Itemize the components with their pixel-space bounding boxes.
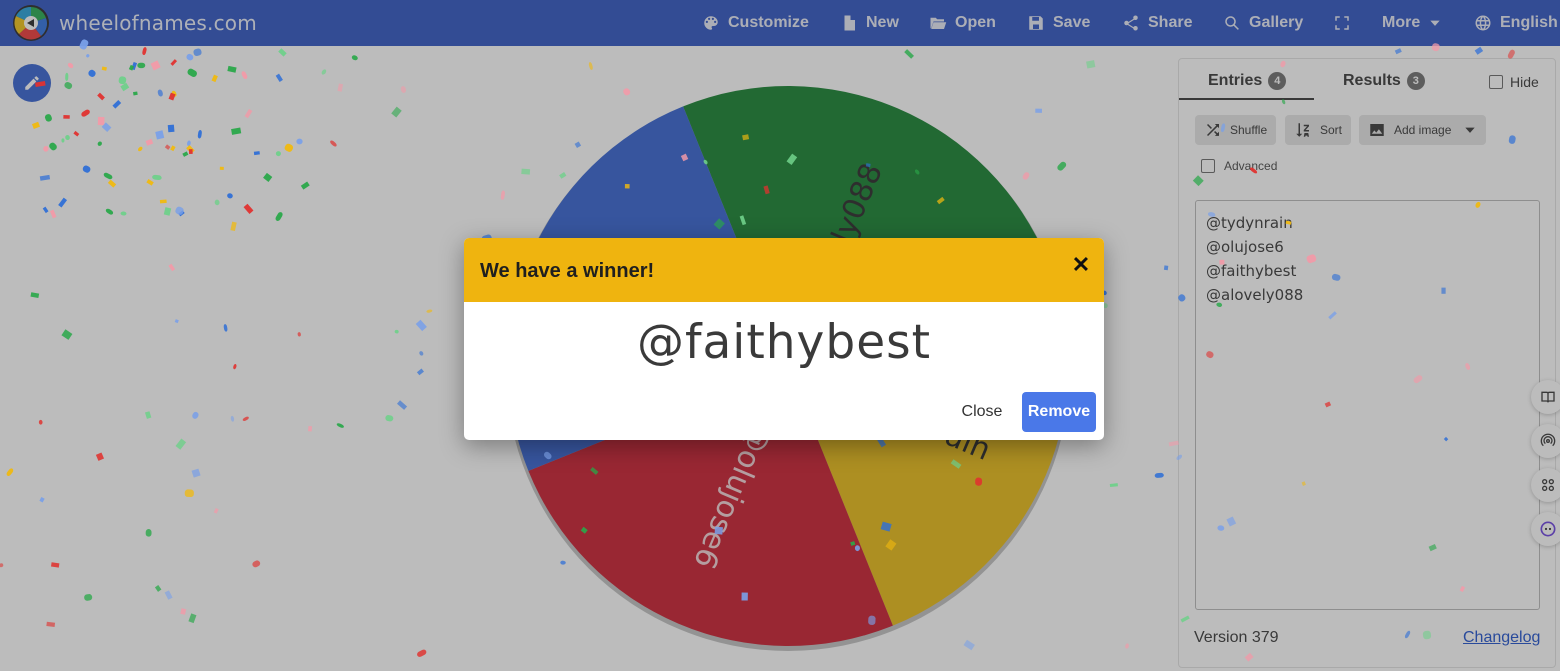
dialog-close-icon[interactable]: ✕ <box>1070 252 1092 277</box>
remove-button[interactable]: Remove <box>1022 392 1096 432</box>
close-button[interactable]: Close <box>952 394 1012 430</box>
dialog-title: We have a winner! <box>480 260 655 282</box>
dialog-header: We have a winner! ✕ <box>464 238 1104 302</box>
winner-dialog: We have a winner! ✕ @faithybest Close Re… <box>464 238 1104 440</box>
winner-name: @faithybest <box>636 315 932 370</box>
